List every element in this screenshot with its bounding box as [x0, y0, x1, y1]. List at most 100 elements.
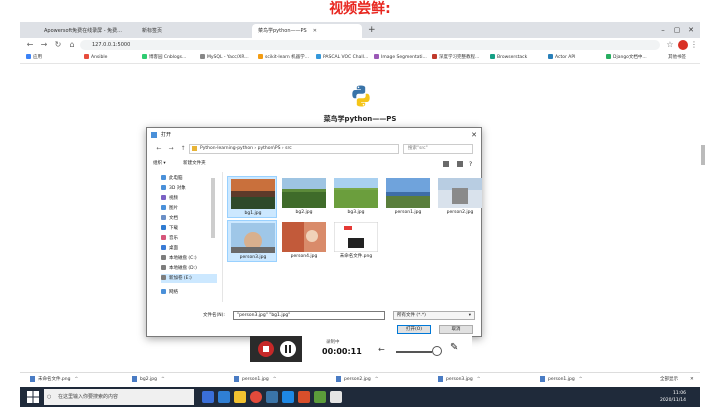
help-icon[interactable]: ? — [469, 159, 472, 171]
chevron-up-icon[interactable]: ^ — [161, 377, 165, 382]
file-item[interactable]: 未命名文件.png — [331, 220, 381, 262]
sidebar-item[interactable]: 下载 — [161, 224, 178, 233]
minimize-icon[interactable]: – — [656, 22, 670, 38]
chevron-up-icon[interactable]: ^ — [375, 377, 379, 382]
pause-record-button[interactable] — [280, 341, 296, 357]
chevron-up-icon[interactable]: ^ — [477, 377, 481, 382]
pycharm-icon[interactable] — [266, 391, 278, 403]
recorder-app-icon[interactable] — [298, 391, 310, 403]
sidebar-item[interactable]: 视频 — [161, 194, 178, 203]
sidebar-item[interactable]: 桌面 — [161, 244, 178, 253]
volume-slider[interactable] — [396, 351, 432, 353]
window-close-icon[interactable]: ✕ — [684, 22, 698, 38]
arrow-left-icon[interactable]: ← — [378, 345, 385, 354]
sidebar-item[interactable]: 网络 — [161, 288, 178, 297]
close-shelf-icon[interactable]: ✕ — [690, 375, 694, 385]
menu-kebab-icon[interactable]: ⋮ — [688, 39, 700, 51]
bookmark-item[interactable]: Actor API — [548, 53, 575, 63]
bookmark-item[interactable]: Image Segmentati... — [374, 53, 427, 63]
file-item[interactable]: bg2.jpg — [279, 176, 329, 218]
file-item[interactable]: bg3.jpg — [331, 176, 381, 218]
taskbar-search-input[interactable]: ○ 在这里输入你要搜索的内容 — [44, 389, 194, 405]
profile-avatar[interactable] — [678, 40, 688, 50]
tray-clock[interactable]: 11:06 2020/11/14 — [660, 390, 686, 404]
back-icon[interactable]: ← — [24, 39, 36, 51]
sidebar-item[interactable]: 3D 对象 — [161, 184, 186, 193]
download-item[interactable]: person1.jpg ^ — [540, 375, 582, 385]
new-tab-plus-icon[interactable]: + — [368, 24, 376, 36]
tab-apowersoft[interactable]: Apowersoft免费在线录屏 - 免费... — [38, 24, 132, 38]
filetype-select[interactable]: 所有文件 (*.*) ▾ — [393, 311, 475, 320]
download-item[interactable]: person1.jpg ^ — [234, 375, 276, 385]
reload-icon[interactable]: ↻ — [52, 39, 64, 51]
wechat-icon[interactable] — [314, 391, 326, 403]
bookmark-item[interactable]: PASCAL VOC Chall... — [316, 53, 368, 63]
close-tab-icon[interactable]: ✕ — [313, 28, 317, 34]
view-options-icon[interactable] — [443, 161, 449, 167]
download-item[interactable]: person2.jpg ^ — [336, 375, 378, 385]
sidebar-item[interactable]: 音乐 — [161, 234, 178, 243]
dialog-close-icon[interactable]: ✕ — [467, 128, 481, 142]
download-item[interactable]: 未命名文件.png ^ — [30, 375, 78, 385]
task-view-icon[interactable] — [202, 391, 214, 403]
notepad-icon[interactable] — [330, 391, 342, 403]
chevron-up-icon[interactable]: ^ — [579, 377, 583, 382]
windows-start-icon[interactable] — [26, 390, 40, 404]
star-icon[interactable]: ☆ — [664, 39, 676, 51]
sidebar-item[interactable]: 本地磁盘 (C:) — [161, 254, 197, 263]
file-item[interactable]: person3.jpg — [227, 220, 277, 262]
bookmark-item[interactable]: 博客园 Cnblogs... — [142, 53, 186, 63]
page-scrollbar[interactable] — [701, 145, 705, 165]
cancel-button[interactable]: 取消 — [439, 325, 473, 334]
open-button[interactable]: 打开(O) — [397, 325, 431, 334]
dialog-back-icon[interactable]: ← — [153, 143, 165, 155]
bookmark-item[interactable]: scikit-learn 机器学... — [258, 53, 309, 63]
home-icon[interactable]: ⌂ — [66, 39, 78, 51]
forward-icon[interactable]: → — [38, 39, 50, 51]
download-item[interactable]: bg2.jpg ^ — [132, 375, 165, 385]
chevron-up-icon[interactable]: ^ — [75, 377, 79, 382]
sidebar-item[interactable]: 此电脑 — [161, 174, 183, 183]
bookmark-item[interactable]: Ansible — [84, 53, 107, 63]
sidebar-item[interactable]: 文档 — [161, 214, 178, 223]
file-item[interactable]: person4.jpg — [279, 220, 329, 262]
stop-record-button[interactable] — [258, 341, 274, 357]
file-item[interactable]: person2.jpg — [435, 176, 485, 218]
dialog-forward-icon[interactable]: → — [165, 143, 177, 155]
url-input[interactable]: 127.0.0.1:5000 — [80, 40, 660, 50]
tab-new-tab[interactable]: 新标签页 — [136, 24, 226, 38]
bookmark-item[interactable]: 深度学习完整教程... — [432, 53, 479, 63]
tab-ps-active[interactable]: 菜鸟学python——PS ✕ — [252, 24, 362, 38]
bookmark-item[interactable]: MySQL - Yacc/XR... — [200, 53, 249, 63]
dialog-search-input[interactable]: 搜索"src" — [403, 144, 473, 154]
other-bookmarks[interactable]: 其他书签 — [668, 53, 686, 63]
maximize-icon[interactable]: ▢ — [670, 22, 684, 38]
bookmark-item[interactable]: Django文档中... — [606, 53, 647, 63]
organize-button[interactable]: 组织 ▾ — [153, 161, 166, 166]
filename-input[interactable]: "person3.jpg" "bg1.jpg" — [233, 311, 385, 320]
sidebar-item[interactable]: 新加卷 (E:) — [161, 274, 217, 283]
folder-icon — [192, 146, 197, 151]
bookmark-item[interactable]: Browserstack — [490, 53, 527, 63]
sidebar-item[interactable]: 图片 — [161, 204, 178, 213]
file-item[interactable]: bg1.jpg — [227, 176, 277, 218]
file-explorer-icon[interactable] — [234, 391, 246, 403]
bookmark-item[interactable]: 应用 — [26, 53, 42, 63]
sidebar-item[interactable]: 本地磁盘 (D:) — [161, 264, 197, 273]
download-item[interactable]: person3.jpg ^ — [438, 375, 480, 385]
edge-icon[interactable] — [218, 391, 230, 403]
chevron-up-icon[interactable]: ^ — [273, 377, 277, 382]
dialog-path-bar[interactable]: Python-learning-python › python\PS › src — [189, 144, 399, 154]
new-folder-button[interactable]: 新建文件夹 — [183, 161, 206, 166]
show-all-downloads[interactable]: 全部显示 — [660, 375, 678, 385]
dialog-up-icon[interactable]: ↑ — [177, 143, 189, 155]
sidebar-item-icon — [161, 225, 166, 230]
pen-annotate-icon[interactable]: ✎ — [450, 342, 458, 353]
file-item[interactable]: person1.jpg — [383, 176, 433, 218]
sidebar-scrollbar[interactable] — [211, 178, 215, 238]
chrome-taskbar-icon[interactable] — [250, 391, 262, 403]
download-shelf: 全部显示 ✕ 未命名文件.png ^ bg2.jpg ^ person1.jpg ^ per… — [20, 372, 700, 386]
vscode-icon[interactable] — [282, 391, 294, 403]
preview-pane-icon[interactable] — [457, 161, 463, 167]
camera-icon[interactable] — [432, 346, 442, 356]
